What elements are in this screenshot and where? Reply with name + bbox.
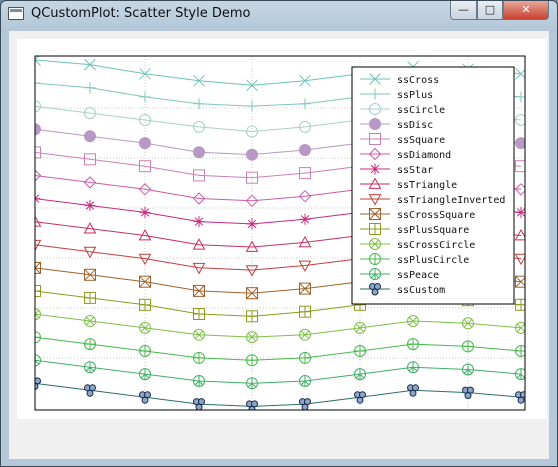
data-point	[299, 351, 311, 364]
series-ssPlusCircle	[35, 331, 525, 367]
legend-label: ssCustom	[397, 285, 445, 296]
data-point	[193, 216, 205, 228]
data-point	[462, 340, 474, 353]
data-point	[84, 291, 96, 304]
data-point	[246, 310, 258, 323]
legend-item[interactable]: ssCustom	[360, 283, 445, 297]
data-point	[354, 391, 366, 404]
legend-label: ssSquare	[397, 135, 445, 146]
data-point	[369, 253, 381, 265]
data-point	[462, 386, 474, 400]
data-point	[245, 265, 259, 277]
series-line	[35, 382, 522, 407]
data-point	[84, 338, 96, 351]
data-point	[299, 398, 311, 410]
series-line	[35, 313, 522, 338]
legend-label: ssDisc	[397, 120, 433, 131]
legend-label: ssCross	[397, 75, 439, 86]
legend-label: ssCircle	[397, 105, 445, 116]
series-line	[35, 336, 522, 361]
data-point	[369, 118, 381, 130]
data-point	[84, 82, 96, 94]
legend-label: ssPeace	[397, 270, 439, 281]
data-point	[139, 391, 151, 404]
scatter-plot-svg[interactable]: ssCross ssPlus ssCircle ssDisc ssSquare ssDia…	[0, 0, 558, 467]
series-ssCustom	[35, 377, 525, 410]
series-line	[35, 359, 522, 384]
data-point	[84, 384, 96, 397]
data-point	[84, 130, 96, 143]
legend-label: ssDiamond	[397, 150, 451, 161]
data-point	[407, 384, 419, 397]
data-point	[369, 163, 381, 175]
data-point	[246, 354, 258, 367]
legend-label: ssTriangle	[397, 180, 457, 191]
data-point	[193, 398, 205, 410]
data-point	[246, 400, 258, 410]
data-point	[84, 200, 96, 211]
data-point	[246, 100, 258, 112]
data-point	[193, 351, 205, 364]
data-point	[139, 206, 151, 218]
series-ssPeace	[35, 354, 525, 390]
data-point	[246, 148, 258, 161]
data-point	[139, 345, 151, 357]
legend[interactable]: ssCross ssPlus ssCircle ssDisc ssSquare ssDia…	[351, 66, 515, 305]
data-point	[299, 213, 311, 225]
data-point	[139, 298, 151, 311]
data-point	[354, 345, 366, 357]
data-point	[139, 91, 151, 103]
data-point	[193, 146, 205, 159]
legend-label: ssPlus	[397, 90, 433, 101]
data-point	[246, 218, 258, 230]
data-point	[407, 338, 419, 351]
data-point	[299, 144, 311, 156]
data-point	[193, 308, 205, 320]
legend-label: ssStar	[397, 165, 433, 176]
legend-label: ssCrossCircle	[397, 240, 475, 251]
legend-label: ssPlusCircle	[397, 255, 469, 266]
legend-label: ssTriangleInverted	[397, 195, 505, 206]
data-point	[139, 137, 151, 150]
legend-label: ssCrossSquare	[397, 210, 475, 221]
data-point	[193, 98, 205, 110]
legend-label: ssPlusSquare	[397, 225, 469, 236]
